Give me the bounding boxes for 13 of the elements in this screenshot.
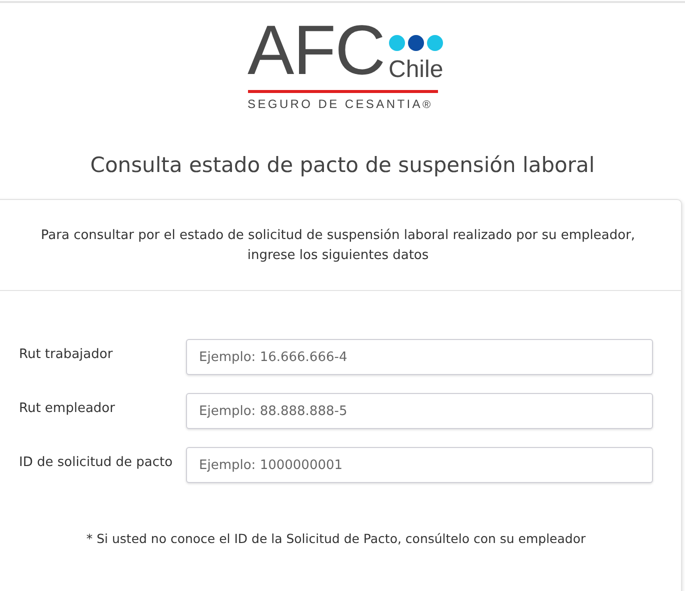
logo-wordmark: AFC (248, 19, 384, 81)
dots-icon (388, 35, 442, 51)
input-field[interactable]: Ejemplo: 16.666.666-4 (186, 339, 653, 375)
field-label: ID de solicitud de pacto (19, 454, 174, 472)
logo-tagline: SEGURO DE CESANTIA® (248, 97, 432, 111)
intro-text: Para consultar por el estado de solicitud de suspensión laboral realizado por su empleador, ingrese los siguientes datos (40, 227, 636, 265)
field-label: Rut trabajador (19, 346, 114, 364)
input-field[interactable]: Ejemplo: 88.888.888-5 (186, 393, 653, 429)
footnote-text: * Si usted no conoce el ID de la Solicitud de Pacto, consúltelo con su empleador (85, 531, 587, 546)
page-title: Consulta estado de pacto de suspensión laboral (89, 153, 596, 177)
logo-country: Chile (388, 59, 444, 81)
input-field[interactable]: Ejemplo: 1000000001 (186, 447, 653, 483)
field-label: Rut empleador (19, 400, 116, 418)
